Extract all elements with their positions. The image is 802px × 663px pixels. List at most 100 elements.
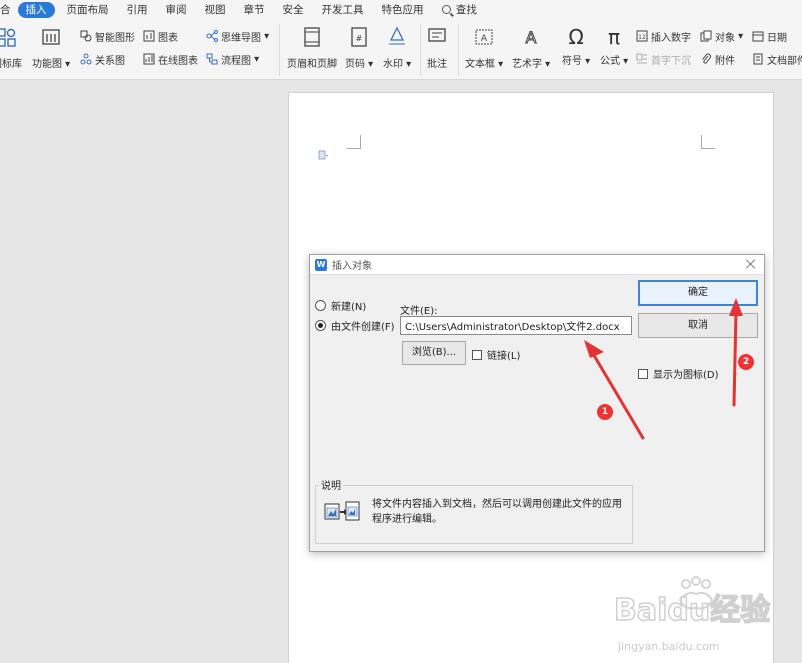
description-text: 将文件内容插入到文档，然后可以调用创建此文件的应用程序进行编辑。: [372, 499, 622, 525]
symbol-label: 符号: [562, 56, 582, 67]
mind-map-icon: [206, 30, 218, 42]
calendar-icon: [752, 31, 764, 42]
annotation-icon: [428, 28, 446, 42]
date-button[interactable]: 日期: [752, 28, 787, 44]
art-text-icon: A: [525, 28, 537, 48]
radio-from-file-circle[interactable]: [315, 320, 326, 331]
svg-text:A: A: [481, 34, 488, 44]
display-as-icon-checkbox[interactable]: [638, 368, 648, 379]
menu-item-security[interactable]: 安全: [274, 0, 313, 20]
insert-number-button[interactable]: 12 插入数字: [636, 28, 691, 44]
dialog-title: 插入对象: [332, 261, 372, 272]
drop-cap-label: 首字下沉: [651, 55, 691, 67]
flow-chart-button[interactable]: 流程图 ▾: [206, 51, 259, 67]
annotation-label: 批注: [427, 59, 447, 70]
menu-search[interactable]: 查找: [433, 0, 486, 20]
link-checkbox-row[interactable]: 链接(L): [472, 347, 520, 362]
relation-chart-label: 关系图: [95, 55, 125, 67]
menu-item-view[interactable]: 视图: [196, 0, 235, 20]
file-path-input[interactable]: [400, 316, 632, 335]
page-number-label: 页码: [345, 59, 365, 70]
drop-cap-button[interactable]: 首字下沉: [636, 51, 691, 67]
attachment-label: 附件: [715, 55, 735, 67]
insert-object-description-icon: [324, 501, 360, 521]
insert-object-dialog: W 插入对象 新建(N) 由文件创建(F) 文件(E): 浏览(B)... 链接…: [309, 254, 765, 552]
watermark-logo-text: Baidu经验: [614, 593, 770, 628]
header-footer-label: 页眉和页脚: [287, 59, 337, 70]
menu-item-reference[interactable]: 引用: [118, 0, 157, 20]
mind-map-button[interactable]: 思维导图 ▾: [206, 28, 269, 44]
radio-new[interactable]: 新建(N): [315, 298, 366, 313]
art-text-label: 艺术字: [512, 59, 542, 70]
menu-item-review[interactable]: 审阅: [157, 0, 196, 20]
radio-from-file[interactable]: 由文件创建(F): [315, 318, 395, 333]
attachment-button[interactable]: 附件: [700, 51, 735, 67]
link-checkbox[interactable]: [472, 349, 482, 360]
paste-options-icon[interactable]: [318, 150, 328, 160]
smart-shape-icon: [80, 30, 92, 42]
date-label: 日期: [767, 32, 787, 44]
doc-parts-label: 文档部件: [767, 55, 802, 67]
function-chart-icon: [42, 29, 60, 45]
insert-number-label: 插入数字: [651, 32, 691, 44]
file-label: 文件(E):: [400, 306, 438, 317]
chart-button[interactable]: 图表: [143, 28, 178, 44]
radio-new-circle[interactable]: [315, 300, 326, 311]
menu-item-chapter[interactable]: 章节: [235, 0, 274, 20]
symbol-button[interactable]: Ω 符号 ▾: [562, 26, 590, 67]
svg-text:12: 12: [638, 34, 646, 41]
menu-item-developer[interactable]: 开发工具: [313, 0, 373, 20]
svg-text:#: #: [356, 34, 363, 43]
annotation-button[interactable]: 批注: [426, 26, 448, 70]
header-footer-button[interactable]: 页眉和页脚: [287, 26, 337, 70]
menu-item-special[interactable]: 特色应用: [373, 0, 433, 20]
close-icon[interactable]: [745, 258, 757, 270]
paperclip-icon: [702, 53, 711, 64]
doc-parts-button[interactable]: 文档部件: [752, 51, 802, 67]
online-chart-label: 在线图表: [158, 55, 198, 67]
icon-library-button[interactable]: 图标库: [0, 26, 22, 70]
step-badge-2: 2: [738, 354, 754, 370]
ribbon-separator: [420, 24, 421, 76]
ok-button[interactable]: 确定: [638, 280, 758, 306]
menu-bar: 合 插入 页面布局 引用 审阅 视图 章节 安全 开发工具 特色应用 查找: [0, 0, 802, 20]
function-chart-label: 功能图: [32, 59, 62, 70]
browse-button[interactable]: 浏览(B)...: [402, 341, 466, 365]
function-chart-button[interactable]: 功能图 ▾: [32, 26, 70, 70]
dialog-title-bar: W 插入对象: [310, 255, 764, 275]
cancel-button[interactable]: 取消: [638, 313, 758, 338]
display-as-icon-row[interactable]: 显示为图标(D): [638, 366, 719, 381]
watermark-icon: [389, 26, 406, 45]
radio-from-file-label: 由文件创建(F): [331, 322, 395, 333]
formula-button[interactable]: π 公式 ▾: [600, 26, 628, 67]
smart-shape-button[interactable]: 智能图形: [80, 28, 135, 44]
margin-corner-top-right: [701, 135, 715, 149]
menu-item-page-layout[interactable]: 页面布局: [58, 0, 118, 20]
online-chart-button[interactable]: 在线图表: [143, 51, 198, 67]
menu-item-partial[interactable]: 合: [0, 0, 15, 20]
object-icon: [700, 30, 712, 42]
search-icon: [441, 5, 451, 14]
textbox-icon: A: [475, 29, 493, 45]
art-text-button[interactable]: A 艺术字 ▾: [512, 26, 550, 71]
chart-label: 图表: [158, 32, 178, 44]
watermark-button[interactable]: 水印 ▾: [383, 26, 411, 70]
page-number-button[interactable]: # 页码 ▾: [345, 26, 373, 70]
relation-chart-button[interactable]: 关系图: [80, 51, 125, 67]
flow-chart-icon: [206, 53, 218, 65]
textbox-label: 文本框: [465, 59, 495, 70]
textbox-button[interactable]: A 文本框 ▾: [465, 26, 503, 70]
mind-map-label: 思维导图: [221, 32, 261, 44]
object-button[interactable]: 对象 ▾: [700, 28, 743, 44]
radio-new-label: 新建(N): [331, 302, 367, 313]
watermark-url: jingyan.baidu.com: [618, 640, 720, 653]
icon-library-label: 图标库: [0, 59, 22, 70]
margin-corner-top-left: [347, 135, 361, 149]
doc-parts-icon: [753, 53, 763, 65]
number-icon: 12: [636, 30, 648, 42]
ribbon-separator: [458, 24, 459, 76]
menu-item-insert[interactable]: 插入: [17, 2, 55, 18]
chart-icon: [143, 30, 155, 42]
formula-label: 公式: [600, 56, 620, 67]
page-number-icon: #: [351, 27, 367, 47]
